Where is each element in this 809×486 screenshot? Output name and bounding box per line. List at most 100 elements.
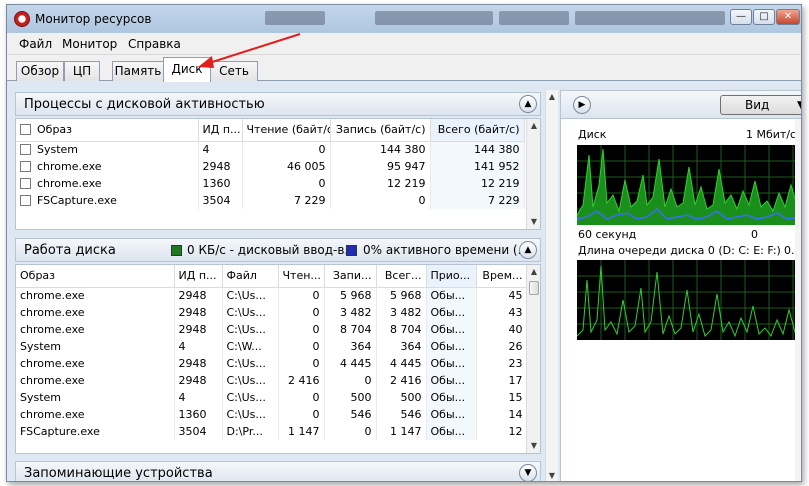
table-cell: 7 229 — [242, 192, 331, 209]
collapse-up-icon[interactable]: ▲ — [519, 241, 537, 259]
select-all-checkbox[interactable] — [20, 124, 31, 136]
table-row[interactable]: chrome.exe 1360 0 12 219 12 219 — [16, 175, 525, 192]
table-cell: 43 — [476, 304, 528, 321]
menu-monitor[interactable]: Монитор — [62, 37, 117, 51]
table-cell: 4 — [198, 141, 243, 158]
column-header-write[interactable]: Запись (байт/с) — [330, 119, 431, 142]
scroll-thumb[interactable] — [529, 281, 539, 295]
table-cell: 45 — [476, 287, 528, 304]
maximize-button[interactable]: □ — [753, 9, 775, 25]
table-row[interactable]: chrome.exe 1360 C:\Us... 0 546 546 Обы... 14 — [16, 406, 528, 423]
window-title: Монитор ресурсов — [35, 12, 152, 26]
table-cell: 5 968 — [376, 287, 427, 304]
minimize-button[interactable]: — — [730, 9, 752, 25]
scroll-down-icon[interactable]: ▼ — [546, 469, 558, 481]
collapse-up-icon[interactable]: ▲ — [519, 95, 537, 113]
time-range-label: 60 секунд — [578, 228, 637, 241]
table-row[interactable]: System 4 C:\Us... 0 500 500 Обы... 15 — [16, 389, 528, 406]
table-cell: 144 380 — [430, 141, 525, 158]
column-header-file[interactable]: Файл — [222, 265, 279, 288]
processes-panel-title: Процессы с дисковой активностью — [24, 97, 265, 112]
table-cell: 2948 — [198, 158, 243, 175]
menu-help[interactable]: Справка — [128, 37, 181, 51]
column-header-pid[interactable]: ИД п... — [174, 265, 223, 288]
column-header-read[interactable]: Чтен... — [278, 265, 325, 288]
table-row[interactable]: chrome.exe 2948 C:\Us... 0 4 445 4 445 Обы... 2… — [16, 355, 528, 372]
table-cell: System — [16, 338, 175, 355]
expand-right-icon[interactable]: ▶ — [573, 96, 591, 114]
table-row[interactable]: FSCapture.exe 3504 D:\Pr... 1 147 0 1 147 Обы.… — [16, 423, 528, 440]
left-pane-scrollbar[interactable]: ▲ ▼ — [545, 90, 558, 481]
scroll-up-icon[interactable]: ▲ — [527, 265, 540, 279]
table-row[interactable]: System 4 0 144 380 144 380 — [16, 141, 525, 158]
table-cell: C:\Us... — [222, 321, 279, 338]
column-header-read[interactable]: Чтение (байт/с) — [242, 119, 331, 142]
column-header-write[interactable]: Запи... — [324, 265, 377, 288]
table-cell: 12 219 — [430, 175, 525, 192]
dropdown-arrow-icon: ▼ — [797, 96, 801, 114]
table-cell: 500 — [376, 389, 427, 406]
row-checkbox[interactable] — [20, 195, 31, 206]
table-cell: C:\Us... — [222, 355, 279, 372]
scroll-down-icon[interactable]: ▼ — [527, 215, 540, 229]
column-header-image[interactable]: Образ — [16, 265, 175, 288]
scroll-up-icon[interactable]: ▲ — [527, 119, 540, 133]
processes-panel-header[interactable]: Процессы с дисковой активностью ▲ — [15, 92, 541, 116]
view-button[interactable]: Вид ▼ — [720, 95, 801, 115]
disk-activity-table-container: Образ ИД п... Файл Чтен... Запи... Всег.… — [15, 264, 541, 454]
title-bar[interactable]: Монитор ресурсов — □ ✕ — [7, 5, 801, 33]
table-cell: 4 445 — [376, 355, 427, 372]
table-cell: 144 380 — [330, 141, 431, 158]
tab-disk[interactable]: Диск — [163, 57, 211, 82]
table-row[interactable]: chrome.exe 2948 C:\Us... 2 416 0 2 416 Обы... 1… — [16, 372, 528, 389]
column-header-pid[interactable]: ИД п... — [198, 119, 243, 142]
table-row[interactable]: chrome.exe 2948 C:\Us... 0 3 482 3 482 Обы... 4… — [16, 304, 528, 321]
graphs-scrollbar[interactable] — [795, 119, 801, 481]
table-cell: chrome.exe — [16, 355, 175, 372]
io-legend-swatch — [171, 245, 182, 256]
table-cell: chrome.exe — [16, 372, 175, 389]
row-checkbox[interactable] — [20, 178, 31, 189]
scroll-down-icon[interactable]: ▼ — [527, 439, 540, 453]
column-header-image[interactable]: Образ — [16, 119, 199, 142]
menu-file[interactable]: Файл — [19, 37, 52, 51]
scroll-up-icon[interactable]: ▲ — [546, 90, 558, 104]
column-header-response-time[interactable]: Врем... — [476, 265, 528, 288]
table-cell: 17 — [476, 372, 528, 389]
disk-activity-scrollbar[interactable]: ▲ ▼ — [526, 265, 540, 453]
table-cell: 4 — [174, 338, 223, 355]
table-cell: 2948 — [174, 304, 223, 321]
column-header-total[interactable]: Всег... — [376, 265, 427, 288]
table-cell: 546 — [376, 406, 427, 423]
active-time-legend-swatch — [346, 245, 357, 256]
queue-length-label: Длина очереди диска 0 (D: C: E: F:) — [578, 244, 781, 257]
table-row[interactable]: FSCapture.exe 3504 7 229 0 7 229 — [16, 192, 525, 209]
row-checkbox[interactable] — [20, 161, 31, 172]
tab-bar: Обзор ЦП Память Диск Сеть — [7, 55, 801, 82]
table-row[interactable]: chrome.exe 2948 C:\Us... 0 8 704 8 704 Обы... 4… — [16, 321, 528, 338]
graphs-pane: ▶ Вид ▼ Диск 1 Мбит/с — [560, 90, 801, 481]
storage-panel-header[interactable]: Запоминающие устройства ▼ — [15, 461, 541, 481]
processes-scrollbar[interactable]: ▲ ▼ — [526, 119, 540, 229]
tab-network[interactable]: Сеть — [210, 61, 258, 81]
tab-overview[interactable]: Обзор — [16, 61, 64, 81]
table-row[interactable]: chrome.exe 2948 46 005 95 947 141 952 — [16, 158, 525, 175]
table-row[interactable]: System 4 C:\W... 0 364 364 Обы... 26 — [16, 338, 528, 355]
table-cell: 14 — [476, 406, 528, 423]
table-row[interactable]: chrome.exe 2948 C:\Us... 0 5 968 5 968 Обы... 4… — [16, 287, 528, 304]
disk-activity-panel-header[interactable]: Работа диска 0 КБ/с - дисковый ввод-в...… — [15, 238, 541, 262]
column-header-total[interactable]: Всего (байт/с) — [430, 119, 525, 142]
table-cell: C:\Us... — [222, 287, 279, 304]
row-checkbox[interactable] — [20, 144, 31, 156]
expand-down-icon[interactable]: ▼ — [519, 464, 537, 481]
tab-cpu[interactable]: ЦП — [64, 61, 100, 81]
table-cell: 0 — [278, 321, 325, 338]
disk-graph — [577, 145, 801, 225]
column-header-priority[interactable]: Прио... — [426, 265, 477, 288]
table-cell: 2 416 — [278, 372, 325, 389]
tab-memory[interactable]: Память — [112, 61, 164, 81]
table-cell: 3 482 — [376, 304, 427, 321]
close-button[interactable]: ✕ — [776, 9, 800, 25]
table-cell: System — [16, 141, 199, 158]
table-cell: 364 — [376, 338, 427, 355]
